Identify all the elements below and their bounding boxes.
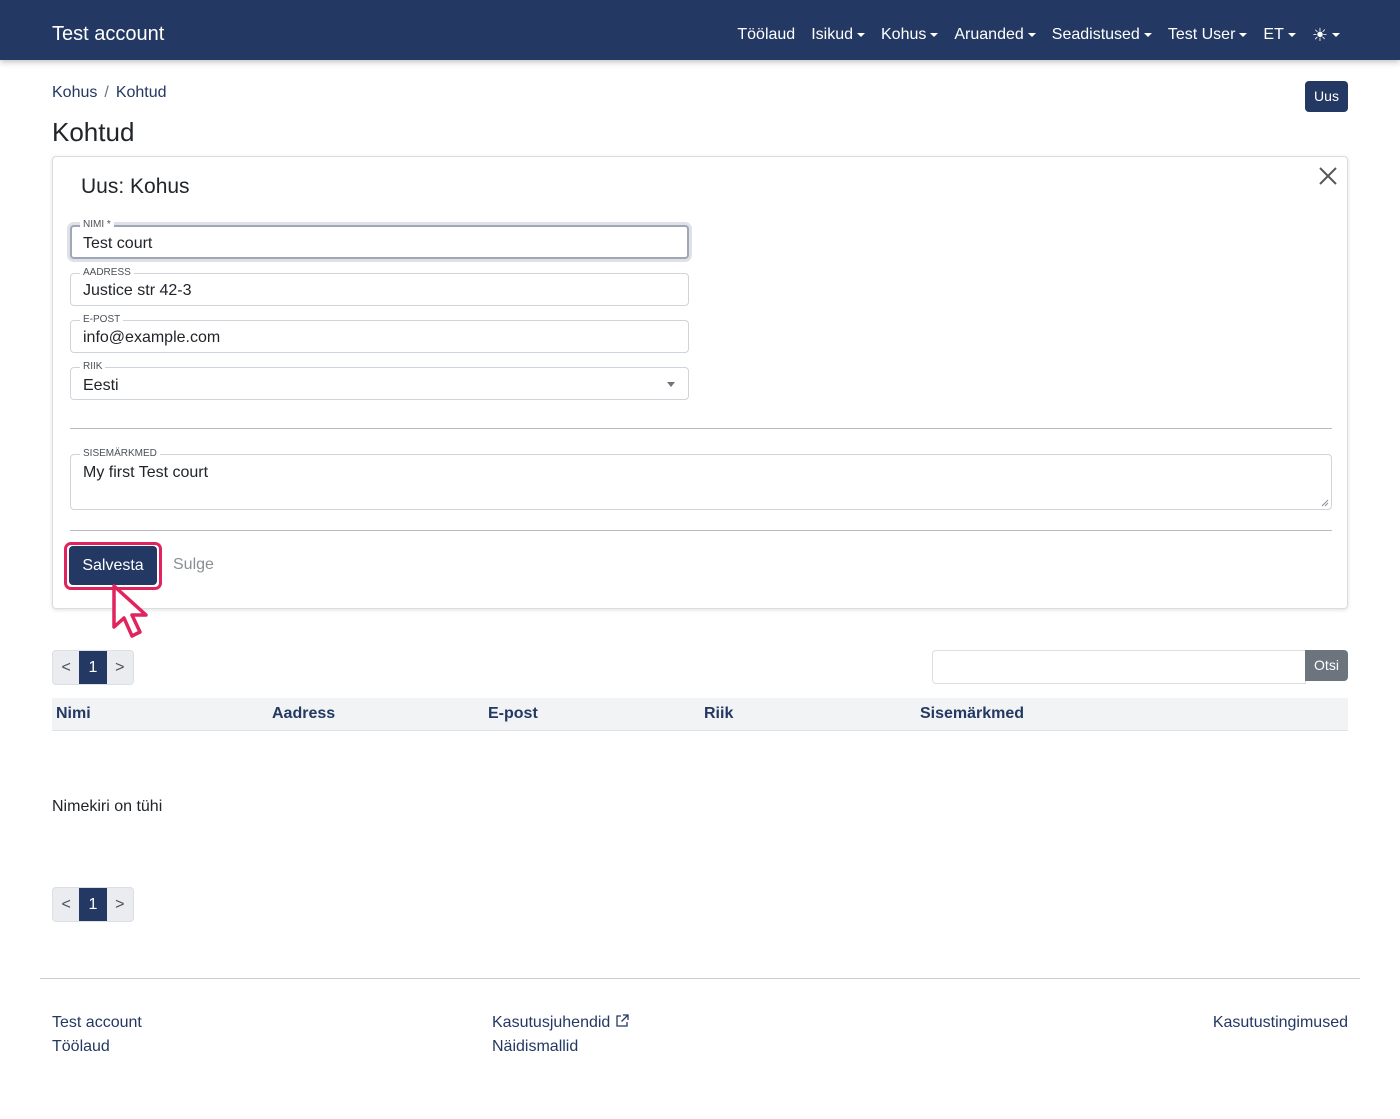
- new-court-form-card: Uus: Kohus NIMI * Test court AADRESS Jus…: [52, 156, 1348, 609]
- mouse-pointer-icon: [112, 584, 148, 638]
- search-button[interactable]: Otsi: [1305, 650, 1348, 681]
- notes-textarea[interactable]: SISEMÄRKMED My first Test court: [70, 448, 1332, 510]
- email-field[interactable]: E-POST info@example.com: [70, 314, 689, 353]
- caret-down-icon: [1287, 33, 1296, 37]
- email-field-value: info@example.com: [83, 329, 221, 346]
- nav-label: ET: [1263, 26, 1284, 43]
- pagination-prev[interactable]: <: [53, 888, 79, 921]
- save-button[interactable]: Salvesta: [69, 546, 157, 585]
- nav-label: Kohus: [881, 26, 927, 43]
- country-select-border: [70, 367, 689, 400]
- brand-title[interactable]: Test account: [52, 22, 164, 46]
- pagination-bottom: < 1 >: [52, 887, 134, 922]
- name-field-label: NIMI *: [80, 219, 114, 230]
- notes-textarea-label: SISEMÄRKMED: [80, 448, 160, 459]
- nav-item-language[interactable]: ET: [1263, 25, 1296, 45]
- country-select[interactable]: RIIK Eesti: [70, 361, 689, 400]
- nav-label: Isikud: [811, 26, 853, 43]
- nav-label: Aruanded: [954, 26, 1024, 43]
- form-title: Uus: Kohus: [81, 175, 190, 198]
- footer-link-kasutusjuhendid[interactable]: Kasutusjuhendid: [492, 1013, 630, 1033]
- pagination-prev[interactable]: <: [53, 651, 79, 684]
- column-header-epost[interactable]: E-post: [488, 705, 538, 723]
- caret-down-icon: [930, 33, 939, 37]
- table-header: Nimi Aadress E-post Riik Sisemärkmed: [52, 698, 1348, 731]
- form-divider: [70, 530, 1332, 531]
- breadcrumb: Kohus / Kohtud: [52, 84, 167, 102]
- column-header-nimi[interactable]: Nimi: [56, 705, 91, 723]
- caret-down-icon: [1143, 33, 1152, 37]
- column-header-riik[interactable]: Riik: [704, 705, 733, 723]
- nav-item-theme[interactable]: ☀: [1312, 25, 1340, 45]
- nav-item-toolaud[interactable]: Töölaud: [737, 25, 795, 45]
- nav-item-kohus[interactable]: Kohus: [881, 25, 939, 45]
- footer-link-toolaud[interactable]: Töölaud: [52, 1037, 110, 1057]
- empty-list-message: Nimekiri on tühi: [52, 798, 163, 815]
- chevron-down-icon: [667, 382, 675, 387]
- footer-divider: [40, 978, 1360, 979]
- footer-link-label: Kasutusjuhendid: [492, 1014, 611, 1031]
- search-input[interactable]: [932, 650, 1306, 684]
- pagination-page-current[interactable]: 1: [79, 888, 107, 921]
- main-nav: Töölaud Isikud Kohus Aruanded Seadistuse…: [737, 25, 1340, 45]
- caret-down-icon: [1239, 33, 1248, 37]
- name-field-value: Test court: [83, 235, 153, 252]
- resize-handle-icon[interactable]: [1321, 499, 1329, 507]
- column-header-aadress[interactable]: Aadress: [272, 705, 335, 723]
- caret-down-icon: [857, 33, 865, 37]
- notes-textarea-value: My first Test court: [83, 464, 209, 481]
- nav-item-seadistused[interactable]: Seadistused: [1052, 25, 1152, 45]
- footer-link-kasutustingimused[interactable]: Kasutustingimused: [1213, 1013, 1348, 1033]
- breadcrumb-link-kohtud[interactable]: Kohtud: [116, 84, 167, 102]
- footer-link-naidismallid[interactable]: Näidismallid: [492, 1037, 578, 1057]
- address-field[interactable]: AADRESS Justice str 42-3: [70, 267, 689, 306]
- new-button[interactable]: Uus: [1305, 81, 1348, 112]
- caret-down-icon: [1027, 33, 1036, 37]
- name-field[interactable]: NIMI * Test court: [70, 219, 689, 259]
- footer-link-account[interactable]: Test account: [52, 1013, 142, 1033]
- notes-textarea-border: [70, 454, 1332, 510]
- nav-item-aruanded[interactable]: Aruanded: [954, 25, 1036, 45]
- close-button[interactable]: Sulge: [173, 555, 214, 575]
- pagination-top: < 1 >: [52, 650, 134, 685]
- caret-down-icon: [1332, 33, 1340, 37]
- email-field-label: E-POST: [80, 314, 124, 325]
- sun-icon: ☀: [1311, 25, 1328, 45]
- nav-label: Test User: [1167, 26, 1236, 43]
- page-title: Kohtud: [52, 117, 135, 147]
- external-link-icon: [616, 1014, 629, 1027]
- country-select-value: Eesti: [83, 377, 119, 394]
- nav-label: Seadistused: [1051, 26, 1140, 43]
- name-field-border: [70, 225, 689, 259]
- country-select-label: RIIK: [80, 361, 106, 372]
- pagination-page-current[interactable]: 1: [79, 651, 107, 684]
- nav-item-isikud[interactable]: Isikud: [811, 25, 865, 45]
- nav-item-user-menu[interactable]: Test User: [1168, 25, 1248, 45]
- top-navbar: Test account Töölaud Isikud Kohus Aruand…: [0, 0, 1400, 60]
- close-icon[interactable]: [1318, 166, 1338, 186]
- nav-label: Töölaud: [737, 26, 796, 43]
- column-header-sisemarkmed[interactable]: Sisemärkmed: [920, 705, 1024, 723]
- address-field-label: AADRESS: [80, 267, 134, 278]
- pagination-next[interactable]: >: [107, 651, 133, 684]
- breadcrumb-link-kohus[interactable]: Kohus: [52, 84, 97, 102]
- breadcrumb-separator: /: [104, 84, 109, 101]
- address-field-value: Justice str 42-3: [83, 282, 192, 299]
- form-divider: [70, 428, 1332, 429]
- pagination-next[interactable]: >: [107, 888, 133, 921]
